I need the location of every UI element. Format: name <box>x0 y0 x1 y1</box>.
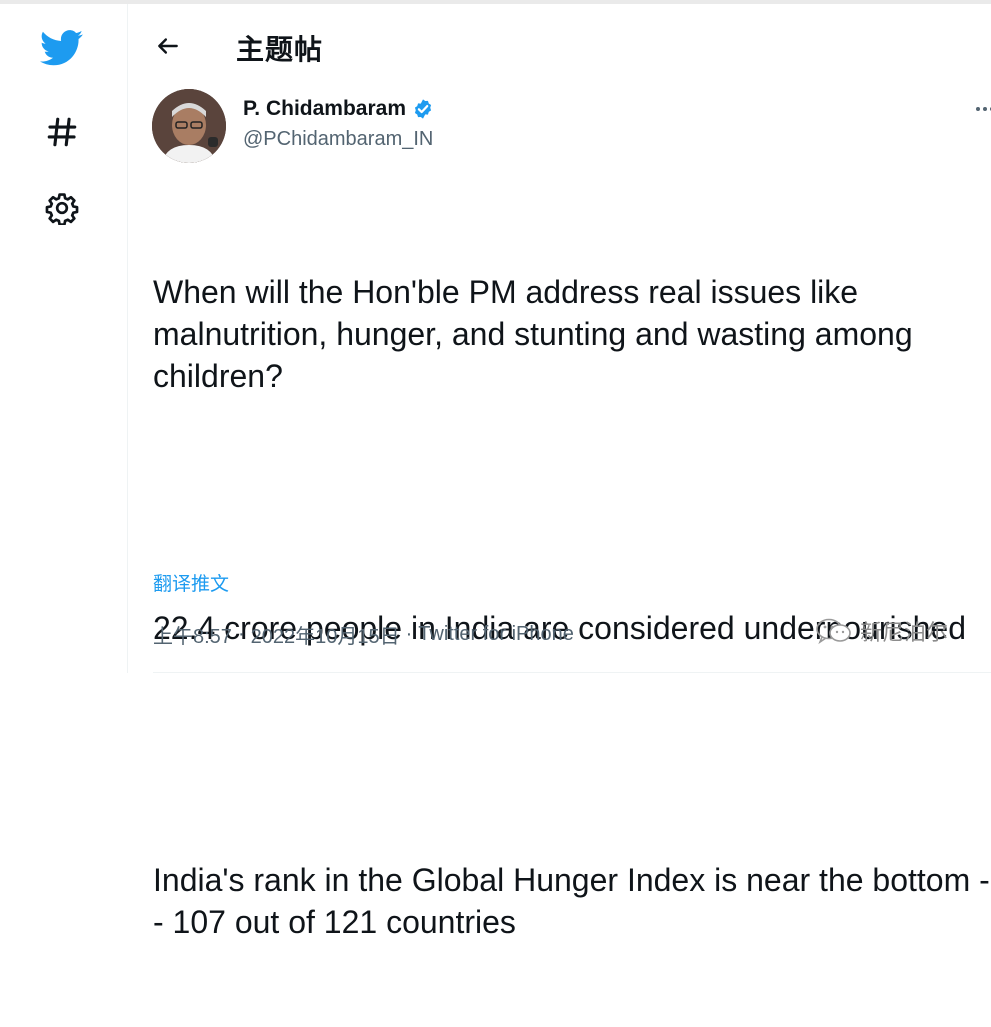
author-handle[interactable]: @PChidambaram_IN <box>243 128 433 151</box>
page-title: 主题帖 <box>236 33 324 66</box>
tweet-paragraph: India's rank in the Global Hunger Index … <box>153 862 990 940</box>
verified-badge-icon <box>414 99 432 119</box>
arrow-left-icon <box>158 38 178 54</box>
tweet-paragraph: When will the Hon'ble PM address real is… <box>153 274 922 394</box>
meta-separator: · <box>237 623 245 645</box>
meta-separator: · <box>405 623 413 645</box>
hashtag-icon[interactable] <box>42 112 82 152</box>
translate-tweet-link[interactable]: 翻译推文 <box>153 569 229 596</box>
twitter-logo-icon[interactable] <box>38 28 86 68</box>
tweet-date[interactable]: 2022年10月15日 <box>251 620 400 649</box>
more-options-button[interactable] <box>974 102 991 114</box>
back-button[interactable] <box>150 28 186 64</box>
page-header: 主题帖 <box>128 4 991 84</box>
thread-main-column: 主题帖 P. Chidambaram @PChidambaram_IN When… <box>128 4 991 940</box>
more-dots-icon <box>976 107 991 111</box>
tweet-text: When will the Hon'ble PM address real is… <box>153 187 991 1027</box>
tweet-metadata: 上午8:57 · 2022年10月15日 · Twitter for iPhon… <box>153 620 574 649</box>
gear-icon[interactable] <box>42 188 82 228</box>
author-display-name[interactable]: P. Chidambaram <box>243 97 434 121</box>
avatar[interactable] <box>152 89 226 163</box>
watermark-text: 新尼泊尔 <box>860 621 949 646</box>
tweet-source[interactable]: Twitter for iPhone <box>418 623 574 646</box>
wechat-icon <box>816 618 851 645</box>
tweet-time[interactable]: 上午8:57 <box>153 620 232 649</box>
left-sidebar <box>0 4 128 673</box>
author-name-text: P. Chidambaram <box>243 97 407 120</box>
watermark: 新尼泊尔 <box>814 615 948 647</box>
